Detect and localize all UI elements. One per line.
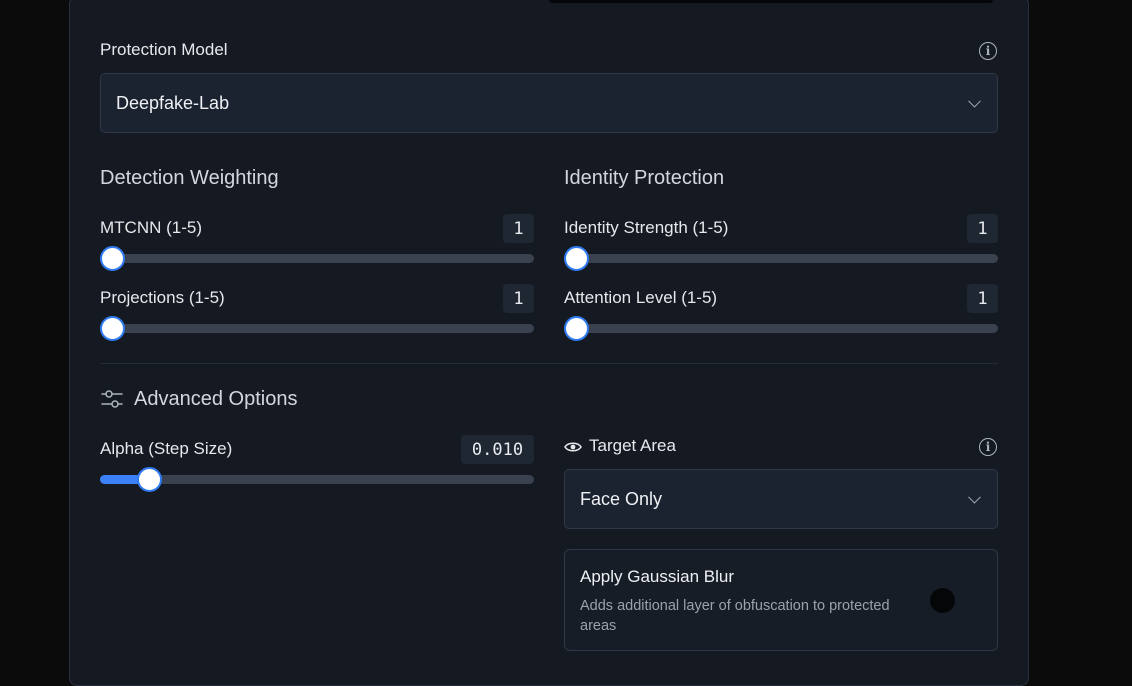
alpha-slider[interactable] (100, 467, 534, 492)
identity-protection-title: Identity Protection (564, 167, 725, 189)
protection-model-value: Deepfake-Lab (116, 92, 230, 113)
target-area-value: Face Only (580, 488, 663, 509)
gaussian-blur-title: Apply Gaussian Blur (580, 567, 735, 586)
section-divider (100, 363, 998, 364)
attention-level-slider[interactable] (564, 316, 998, 341)
gaussian-blur-description: Adds additional layer of obfuscation to … (580, 598, 890, 634)
chevron-down-icon (968, 490, 981, 504)
eye-icon (564, 442, 582, 452)
attention-level-label: Attention Level (1-5) (564, 288, 718, 307)
projections-slider[interactable] (100, 316, 534, 341)
target-area-label: Target Area (589, 436, 676, 455)
identity-strength-value: 1 (967, 214, 998, 243)
protection-model-select[interactable]: Deepfake-Lab (100, 73, 998, 133)
alpha-label: Alpha (Step Size) (100, 439, 233, 458)
sliders-icon (101, 390, 123, 408)
target-area-select[interactable]: Face Only (564, 469, 998, 529)
projections-value: 1 (503, 284, 534, 313)
identity-strength-slider-thumb[interactable] (564, 246, 589, 271)
protection-model-label: Protection Model (100, 40, 228, 59)
detection-weighting-title: Detection Weighting (100, 167, 279, 189)
advanced-options-title: Advanced Options (134, 388, 298, 410)
gaussian-blur-card: Apply Gaussian Blur Adds additional laye… (564, 549, 998, 651)
attention-level-value: 1 (967, 284, 998, 313)
mtcnn-slider[interactable] (100, 246, 534, 271)
projections-label: Projections (1-5) (100, 288, 225, 307)
info-icon[interactable]: i (979, 42, 997, 60)
attention-level-slider-thumb[interactable] (564, 316, 589, 341)
mtcnn-slider-thumb[interactable] (100, 246, 125, 271)
projections-slider-thumb[interactable] (100, 316, 125, 341)
info-icon[interactable]: i (979, 438, 997, 456)
mtcnn-value: 1 (503, 214, 534, 243)
identity-strength-label: Identity Strength (1-5) (564, 218, 729, 237)
gaussian-blur-toggle[interactable] (930, 588, 955, 613)
chevron-down-icon (968, 94, 981, 108)
alpha-value: 0.010 (461, 435, 534, 464)
mtcnn-label: MTCNN (1-5) (100, 218, 202, 237)
identity-strength-slider[interactable] (564, 246, 998, 271)
top-input-edge (549, 0, 993, 3)
